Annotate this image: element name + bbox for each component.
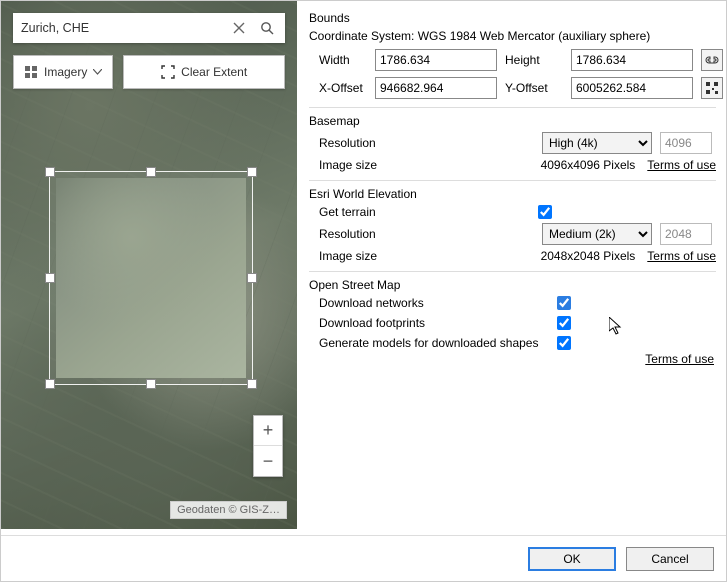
zoom-out-button[interactable]: − bbox=[254, 446, 282, 476]
yoffset-label: Y-Offset bbox=[505, 81, 563, 95]
gen-models-label: Generate models for downloaded shapes bbox=[319, 336, 549, 350]
handle-sw[interactable] bbox=[45, 379, 55, 389]
elev-size-label: Image size bbox=[319, 249, 529, 263]
elev-size-value: 2048x2048 Pixels bbox=[541, 249, 636, 263]
osm-terms-link[interactable]: Terms of use bbox=[645, 352, 714, 366]
map-toolbar: Imagery Clear Extent bbox=[13, 55, 285, 89]
basemap-size-label: Image size bbox=[319, 158, 529, 172]
get-terrain-checkbox[interactable] bbox=[538, 205, 552, 219]
search-input[interactable] bbox=[21, 21, 225, 35]
selection-preview bbox=[56, 178, 246, 378]
search-icon[interactable] bbox=[253, 14, 281, 42]
basemap-selector-button[interactable]: Imagery bbox=[13, 55, 113, 89]
handle-n[interactable] bbox=[146, 167, 156, 177]
width-label: Width bbox=[309, 53, 367, 67]
zoom-control: + − bbox=[253, 415, 283, 477]
clear-extent-label: Clear Extent bbox=[181, 65, 247, 79]
qr-locate-button[interactable] bbox=[701, 77, 723, 99]
clear-search-icon[interactable] bbox=[225, 14, 253, 42]
handle-nw[interactable] bbox=[45, 167, 55, 177]
selection-extent[interactable] bbox=[49, 171, 253, 385]
gen-models-checkbox[interactable] bbox=[557, 336, 571, 350]
dialog-footer: OK Cancel bbox=[1, 535, 726, 581]
dl-footprints-label: Download footprints bbox=[319, 316, 549, 330]
elev-res-numeric bbox=[660, 223, 712, 245]
xoffset-label: X-Offset bbox=[309, 81, 367, 95]
handle-ne[interactable] bbox=[247, 167, 257, 177]
elev-terms-link[interactable]: Terms of use bbox=[647, 249, 716, 263]
layers-icon bbox=[24, 65, 38, 79]
handle-e[interactable] bbox=[247, 273, 257, 283]
height-field[interactable] bbox=[571, 49, 693, 71]
handle-w[interactable] bbox=[45, 273, 55, 283]
handle-se[interactable] bbox=[247, 379, 257, 389]
bounds-title: Bounds bbox=[309, 11, 716, 25]
map-panel: Imagery Clear Extent + − Geodaten © GIS-… bbox=[1, 1, 297, 529]
basemap-res-numeric bbox=[660, 132, 712, 154]
chevron-down-icon bbox=[93, 69, 102, 75]
basemap-selector-label: Imagery bbox=[44, 65, 87, 79]
osm-title: Open Street Map bbox=[309, 278, 716, 292]
properties-panel: Bounds Coordinate System: WGS 1984 Web M… bbox=[297, 1, 726, 529]
get-terrain-label: Get terrain bbox=[319, 205, 530, 219]
dl-networks-checkbox[interactable] bbox=[557, 296, 571, 310]
basemap-resolution-select[interactable]: Low (1k)Medium (2k)High (4k) bbox=[542, 132, 652, 154]
map-attribution: Geodaten © GIS-Z… bbox=[170, 501, 287, 519]
yoffset-field[interactable] bbox=[571, 77, 693, 99]
width-field[interactable] bbox=[375, 49, 497, 71]
clear-extent-button[interactable]: Clear Extent bbox=[123, 55, 285, 89]
dl-networks-label: Download networks bbox=[319, 296, 549, 310]
search-bar bbox=[13, 13, 285, 43]
link-dimensions-button[interactable] bbox=[701, 49, 723, 71]
xoffset-field[interactable] bbox=[375, 77, 497, 99]
ok-button[interactable]: OK bbox=[528, 547, 616, 571]
coord-system-label: Coordinate System: WGS 1984 Web Mercator… bbox=[309, 29, 716, 43]
height-label: Height bbox=[505, 53, 563, 67]
elevation-resolution-select[interactable]: Low (1k)Medium (2k)High (4k) bbox=[542, 223, 652, 245]
extent-icon bbox=[161, 65, 175, 79]
cancel-button[interactable]: Cancel bbox=[626, 547, 714, 571]
basemap-terms-link[interactable]: Terms of use bbox=[647, 158, 716, 172]
dl-footprints-checkbox[interactable] bbox=[557, 316, 571, 330]
basemap-title: Basemap bbox=[309, 114, 716, 128]
zoom-in-button[interactable]: + bbox=[254, 416, 282, 446]
basemap-size-value: 4096x4096 Pixels bbox=[541, 158, 636, 172]
basemap-res-label: Resolution bbox=[319, 136, 534, 150]
elev-res-label: Resolution bbox=[319, 227, 534, 241]
handle-s[interactable] bbox=[146, 379, 156, 389]
elevation-title: Esri World Elevation bbox=[309, 187, 716, 201]
